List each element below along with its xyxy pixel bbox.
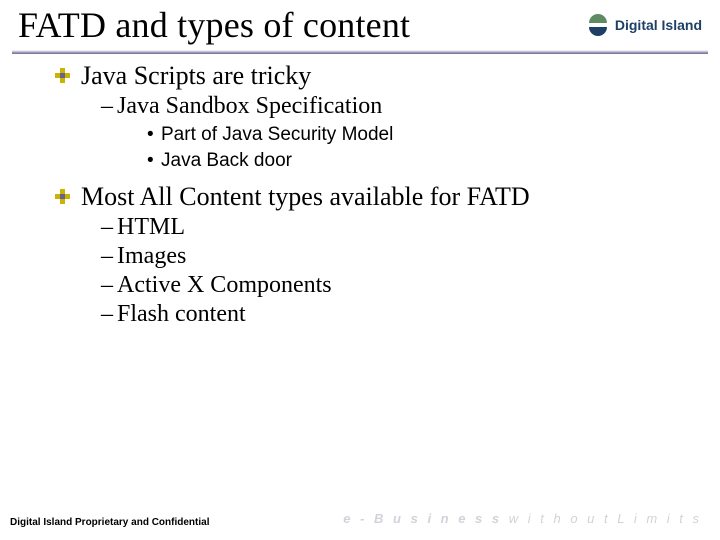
bullet-level2: –Active X Components [55,272,690,299]
bullet-text: Part of Java Security Model [161,124,393,145]
bullet-text: Java Scripts are tricky [81,61,311,90]
bullet-text: HTML [117,214,185,240]
bullet-level1: Java Scripts are tricky [55,61,690,91]
footer-text: Digital Island Proprietary and Confident… [10,517,209,528]
bullet-text: Flash content [117,301,246,327]
tagline-bold: e - B u s i n e s s [343,511,502,526]
brand-logo: Digital Island [587,14,702,36]
slide-title: FATD and types of content [18,4,410,46]
bullet-level1: Most All Content types available for FAT… [55,182,690,212]
bullet-level2: –HTML [55,214,690,241]
tagline: e - B u s i n e s s w i t h o u t L i m … [343,511,702,526]
bullet-level2: –Flash content [55,301,690,328]
slide-body: Java Scripts are tricky –Java Sandbox Sp… [0,61,720,328]
bullet-text: Active X Components [117,272,332,298]
bullet-level3: •Java Back door [55,150,690,172]
plus-bullet-icon [55,68,70,83]
bullet-level2: –Images [55,243,690,270]
bullet-level3: •Part of Java Security Model [55,124,690,146]
bullet-text: Images [117,243,186,269]
plus-bullet-icon [55,189,70,204]
bullet-text: Java Sandbox Specification [117,93,382,119]
header-row: FATD and types of content Digital Island [0,0,720,46]
bullet-text: Most All Content types available for FAT… [81,182,530,211]
bullet-text: Java Back door [161,150,292,171]
brand-text: Digital Island [615,17,702,33]
bullet-level2: –Java Sandbox Specification [55,93,690,120]
tagline-rest: w i t h o u t L i m i t s [502,511,702,526]
globe-icon [587,14,609,36]
title-underline [12,50,708,55]
